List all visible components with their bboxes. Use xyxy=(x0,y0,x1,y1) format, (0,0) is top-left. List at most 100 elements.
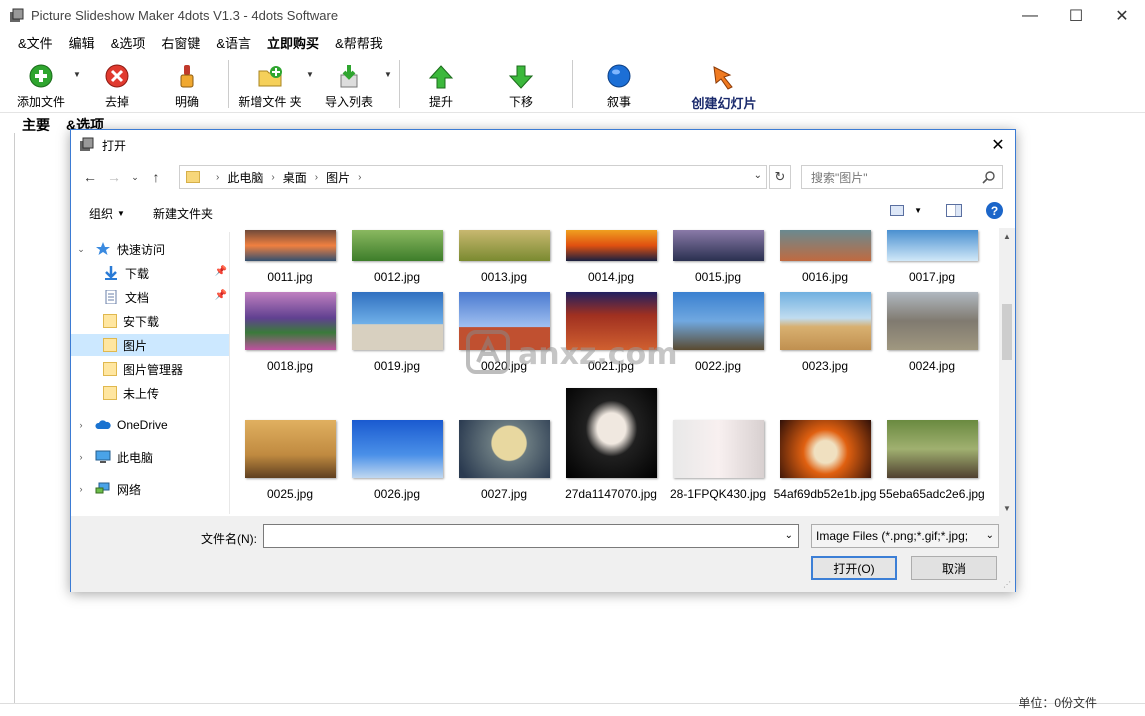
back-arrow-icon[interactable]: ← xyxy=(78,165,102,189)
file-item[interactable]: 0013.jpg xyxy=(451,230,557,286)
file-item[interactable]: 0015.jpg xyxy=(665,230,771,286)
change-view-icon[interactable] xyxy=(890,205,905,216)
filename-input[interactable]: ⌄ xyxy=(263,524,799,548)
scroll-down-icon[interactable]: ▼ xyxy=(999,500,1015,516)
thumbnail-image xyxy=(779,292,871,350)
file-item[interactable]: 0022.jpg xyxy=(665,292,771,375)
tree-item-quick-access[interactable]: ⌄ 快速访问 xyxy=(75,238,231,260)
menu-buy-now[interactable]: 立即购买 xyxy=(259,31,327,56)
narration-button[interactable]: 叙事 xyxy=(579,56,659,113)
file-list-scrollbar[interactable]: ▲ ▼ xyxy=(999,228,1015,516)
file-item[interactable]: 0014.jpg xyxy=(558,230,664,286)
add-icon xyxy=(29,64,53,88)
file-item[interactable]: 0020.jpg xyxy=(451,292,557,375)
minimize-button[interactable]: — xyxy=(1007,0,1053,31)
thumbnail-image xyxy=(244,230,336,261)
tree-item-network[interactable]: › 网络 xyxy=(75,478,231,500)
file-item[interactable]: 0023.jpg xyxy=(772,292,878,375)
thumbnail-image xyxy=(351,292,443,350)
tree-item-downloads[interactable]: 下载 📌 xyxy=(75,262,231,284)
file-item[interactable]: 0011.jpg xyxy=(237,230,343,286)
file-item[interactable]: 28-1FPQK430.jpg xyxy=(665,420,771,503)
expand-chevron-icon[interactable]: › xyxy=(75,452,87,462)
file-item[interactable]: 27da1147070.jpg xyxy=(558,388,664,503)
filename-dropdown-icon[interactable]: ⌄ xyxy=(785,530,793,541)
tree-item-anxiazai[interactable]: 安下载 xyxy=(75,310,231,332)
move-down-button[interactable]: 下移 xyxy=(476,56,566,113)
scroll-up-icon[interactable]: ▲ xyxy=(999,228,1015,244)
tree-item-pictures[interactable]: 图片 xyxy=(71,334,229,356)
tree-item-picture-manager[interactable]: 图片管理器 xyxy=(75,358,231,380)
up-arrow-icon[interactable]: ↑ xyxy=(144,165,168,189)
thumbnail-image xyxy=(458,420,550,478)
close-button[interactable]: ✕ xyxy=(1099,0,1145,31)
create-slideshow-button[interactable]: 创建幻灯片 xyxy=(659,56,789,113)
file-item[interactable]: 0012.jpg xyxy=(344,230,450,286)
forward-arrow-icon[interactable]: → xyxy=(102,165,126,189)
menu-language[interactable]: &语言 xyxy=(208,31,259,56)
collapse-chevron-icon[interactable]: ⌄ xyxy=(75,244,87,255)
file-type-select[interactable]: Image Files (*.png;*.gif;*.jpg; ⌄ xyxy=(811,524,999,548)
import-list-dropdown[interactable]: ▼ xyxy=(383,56,393,113)
pin-icon: 📌 xyxy=(214,290,227,301)
file-item[interactable]: 0019.jpg xyxy=(344,292,450,375)
move-up-button[interactable]: 提升 xyxy=(406,56,476,113)
tree-item-onedrive[interactable]: › OneDrive xyxy=(75,414,231,436)
add-file-button[interactable]: 添加文件 xyxy=(10,56,72,113)
folder-icon xyxy=(103,338,117,352)
file-item[interactable]: 0016.jpg xyxy=(772,230,878,286)
dialog-close-button[interactable]: ✕ xyxy=(981,130,1015,160)
add-folder-button[interactable]: 新增文件 夹 xyxy=(235,56,305,113)
file-item[interactable]: 55eba65adc2e6.jpg xyxy=(879,420,985,503)
search-input[interactable]: 搜索"图片" xyxy=(801,165,1003,189)
maximize-button[interactable]: ☐ xyxy=(1053,0,1099,31)
address-bar[interactable]: › 此电脑 › 桌面 › 图片 › ⌄ xyxy=(179,165,767,189)
file-item[interactable]: 0024.jpg xyxy=(879,292,985,375)
file-item[interactable]: 0018.jpg xyxy=(237,292,343,375)
tree-item-not-uploaded[interactable]: 未上传 xyxy=(75,382,231,404)
scrollbar-thumb[interactable] xyxy=(1002,304,1012,360)
import-icon xyxy=(340,65,358,88)
recent-locations-chevron-icon[interactable]: ⌄ xyxy=(126,165,144,189)
menu-context[interactable]: 右窗键 xyxy=(153,31,208,56)
add-file-dropdown[interactable]: ▼ xyxy=(72,56,82,113)
resize-grip-icon[interactable]: ⋰ xyxy=(1003,580,1013,590)
network-icon xyxy=(95,482,110,494)
remove-button[interactable]: 去掉 xyxy=(82,56,152,113)
file-item[interactable]: 0025.jpg xyxy=(237,420,343,503)
new-folder-button[interactable]: 新建文件夹 xyxy=(143,205,223,222)
file-item[interactable]: 54af69db52e1b.jpg xyxy=(772,420,878,503)
breadcrumb-this-pc[interactable]: 此电脑 xyxy=(227,169,263,186)
breadcrumb-pictures[interactable]: 图片 xyxy=(326,169,350,186)
help-icon[interactable]: ? xyxy=(986,202,1003,219)
open-button[interactable]: 打开(O) xyxy=(811,556,897,580)
expand-chevron-icon[interactable]: › xyxy=(75,484,87,494)
thumbnail-image xyxy=(672,230,764,261)
menu-file[interactable]: &文件 xyxy=(10,31,61,56)
menu-options[interactable]: &选项 xyxy=(103,31,154,56)
breadcrumb-desktop[interactable]: 桌面 xyxy=(283,169,307,186)
clear-button[interactable]: 明确 xyxy=(152,56,222,113)
thumbnail-image xyxy=(351,230,443,261)
menu-edit[interactable]: 编辑 xyxy=(61,31,103,56)
import-list-button[interactable]: 导入列表 xyxy=(315,56,383,113)
preview-pane-icon[interactable] xyxy=(946,204,962,217)
file-item[interactable]: 0021.jpg xyxy=(558,292,664,375)
file-item[interactable]: 0026.jpg xyxy=(344,420,450,503)
add-folder-dropdown[interactable]: ▼ xyxy=(305,56,315,113)
view-dropdown-icon[interactable]: ▼ xyxy=(914,206,922,215)
thumbnail-image xyxy=(351,420,443,478)
file-item[interactable]: 0017.jpg xyxy=(879,230,985,286)
tree-item-documents[interactable]: 文档 📌 xyxy=(75,286,231,308)
dialog-footer: 文件名(N): ⌄ Image Files (*.png;*.gif;*.jpg… xyxy=(71,516,1015,592)
expand-chevron-icon[interactable]: › xyxy=(75,420,87,430)
cancel-button[interactable]: 取消 xyxy=(911,556,997,580)
organize-button[interactable]: 组织 ▼ xyxy=(79,205,135,222)
file-item[interactable]: 0027.jpg xyxy=(451,420,557,503)
tab-main[interactable]: 主要 xyxy=(14,113,58,133)
menu-help[interactable]: &帮帮我 xyxy=(327,31,391,56)
search-icon xyxy=(982,171,995,184)
refresh-icon[interactable]: ↻ xyxy=(769,165,791,189)
address-dropdown-icon[interactable]: ⌄ xyxy=(754,170,762,181)
tree-item-this-pc[interactable]: › 此电脑 xyxy=(75,446,231,468)
